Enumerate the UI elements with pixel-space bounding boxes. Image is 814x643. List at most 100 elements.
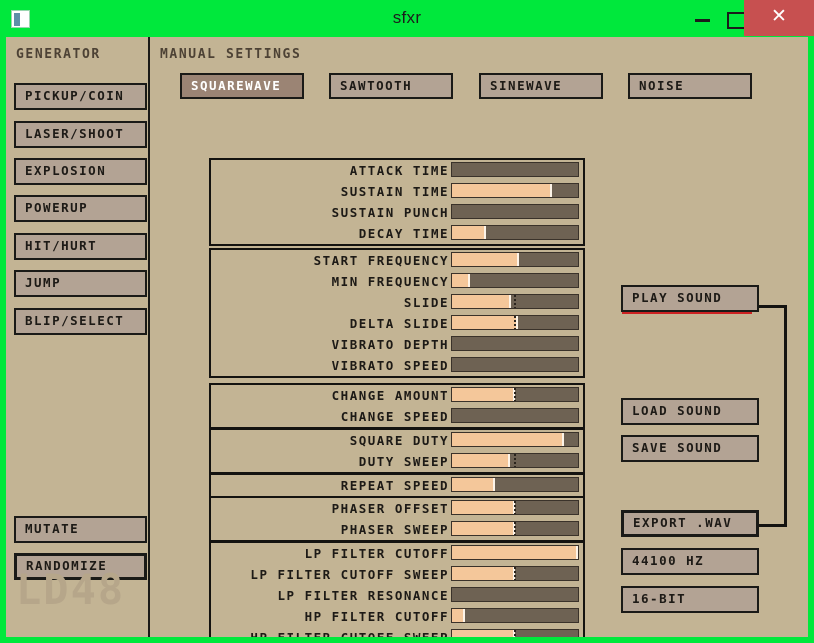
slider-lp-filter-cutoff-sweep[interactable] (451, 566, 579, 581)
16-bit-button[interactable]: 16-BIT (621, 586, 759, 613)
waveform-sinewave-button[interactable]: SINEWAVE (479, 73, 603, 99)
save-sound-button[interactable]: SAVE SOUND (621, 435, 759, 462)
slider-group-phaser: PHASER OFFSET PHASER SWEEP (209, 496, 585, 542)
generator-blip-select-button[interactable]: BLIP/SELECT (14, 308, 147, 335)
slider-phaser-sweep[interactable] (451, 521, 579, 536)
slider-change-amount[interactable] (451, 387, 579, 402)
slider-label-lp-filter-resonance: LP FILTER RESONANCE (277, 588, 449, 603)
slider-duty-sweep[interactable] (451, 453, 579, 468)
slider-fill-duty-sweep (452, 454, 510, 467)
slider-center-tick (514, 388, 516, 401)
slider-vibrato-depth[interactable] (451, 336, 579, 351)
slider-row-change-amount: CHANGE AMOUNT (211, 385, 583, 406)
generator-explosion-button[interactable]: EXPLOSION (14, 158, 147, 185)
slider-fill-repeat-speed (452, 478, 495, 491)
slider-hp-filter-cutoff-sweep[interactable] (451, 629, 579, 637)
slider-sustain-time[interactable] (451, 183, 579, 198)
mutate-button[interactable]: MUTATE (14, 516, 147, 543)
slider-vibrato-speed[interactable] (451, 357, 579, 372)
mutate-button-label: MUTATE (25, 521, 80, 537)
waveform-sawtooth-button[interactable]: SAWTOOTH (329, 73, 453, 99)
save-sound-button-label: SAVE SOUND (632, 440, 723, 456)
slider-row-slide: SLIDE (211, 292, 583, 313)
slider-phaser-offset[interactable] (451, 500, 579, 515)
slider-fill-sustain-time (452, 184, 552, 197)
generator-pickup-coin-button[interactable]: PICKUP/COIN (14, 83, 147, 110)
slider-lp-filter-cutoff[interactable] (451, 545, 579, 560)
slider-fill-min-frequency (452, 274, 470, 287)
load-sound-button[interactable]: LOAD SOUND (621, 398, 759, 425)
generator-powerup-button[interactable]: POWERUP (14, 195, 147, 222)
slider-label-min-frequency: MIN FREQUENCY (331, 274, 449, 289)
slider-row-lp-filter-cutoff: LP FILTER CUTOFF (211, 543, 583, 564)
slider-fill-square-duty (452, 433, 565, 446)
generator-jump-button-label: JUMP (25, 275, 62, 291)
slider-row-lp-filter-resonance: LP FILTER RESONANCE (211, 585, 583, 606)
generator-hit-hurt-button[interactable]: HIT/HURT (14, 233, 147, 260)
slider-min-frequency[interactable] (451, 273, 579, 288)
slider-fill-slide (452, 295, 512, 308)
slider-label-decay-time: DECAY TIME (358, 226, 449, 241)
slider-repeat-speed[interactable] (451, 477, 579, 492)
slider-label-change-speed: CHANGE SPEED (340, 409, 449, 424)
slider-group-filter: LP FILTER CUTOFF LP FILTER CUTOFF SWEEP LP… (209, 541, 585, 637)
generator-powerup-button-label: POWERUP (25, 200, 89, 216)
slider-attack-time[interactable] (451, 162, 579, 177)
close-button[interactable]: ✕ (744, 0, 814, 36)
slider-row-lp-filter-cutoff-sweep: LP FILTER CUTOFF SWEEP (211, 564, 583, 585)
slider-start-frequency[interactable] (451, 252, 579, 267)
generator-laser-shoot-button[interactable]: LASER/SHOOT (14, 121, 147, 148)
slider-group-frequency: START FREQUENCY MIN FREQUENCY SLIDE DELTA S… (209, 248, 585, 378)
slider-center-tick (514, 295, 516, 308)
slider-hp-filter-cutoff[interactable] (451, 608, 579, 623)
slider-row-start-frequency: START FREQUENCY (211, 250, 583, 271)
slider-label-phaser-sweep: PHASER SWEEP (340, 522, 449, 537)
slider-label-start-frequency: START FREQUENCY (313, 253, 449, 268)
slider-label-sustain-time: SUSTAIN TIME (340, 184, 449, 199)
play-sound-button[interactable]: PLAY SOUND (621, 285, 759, 312)
slider-fill-lp-filter-cutoff (452, 546, 578, 559)
slider-row-change-speed: CHANGE SPEED (211, 406, 583, 427)
slider-fill-delta-slide (452, 316, 518, 329)
load-sound-button-label: LOAD SOUND (632, 403, 723, 419)
slider-group-envelope: ATTACK TIME SUSTAIN TIME SUSTAIN PUNCH DECA… (209, 158, 585, 246)
44100-hz-button-label: 44100 HZ (632, 553, 705, 569)
slider-row-phaser-sweep: PHASER SWEEP (211, 519, 583, 540)
generator-explosion-button-label: EXPLOSION (25, 163, 107, 179)
16-bit-button-label: 16-BIT (632, 591, 687, 607)
connector-line-bottom (756, 524, 787, 527)
slider-label-change-amount: CHANGE AMOUNT (331, 388, 449, 403)
slider-label-square-duty: SQUARE DUTY (349, 433, 449, 448)
slider-delta-slide[interactable] (451, 315, 579, 330)
export-wav-button[interactable]: EXPORT .WAV (621, 510, 759, 537)
slider-center-tick (514, 522, 516, 535)
slider-row-decay-time: DECAY TIME (211, 223, 583, 244)
slider-decay-time[interactable] (451, 225, 579, 240)
slider-fill-decay-time (452, 226, 487, 239)
slider-row-min-frequency: MIN FREQUENCY (211, 271, 583, 292)
44100-hz-button[interactable]: 44100 HZ (621, 548, 759, 575)
generator-jump-button[interactable]: JUMP (14, 270, 147, 297)
slider-row-vibrato-depth: VIBRATO DEPTH (211, 334, 583, 355)
slider-row-vibrato-speed: VIBRATO SPEED (211, 355, 583, 376)
slider-label-phaser-offset: PHASER OFFSET (331, 501, 449, 516)
slider-fill-hp-filter-cutoff-sweep (452, 630, 515, 637)
slider-center-tick (514, 501, 516, 514)
slider-center-tick (514, 316, 516, 329)
slider-change-speed[interactable] (451, 408, 579, 423)
waveform-noise-button[interactable]: NOISE (628, 73, 752, 99)
slider-square-duty[interactable] (451, 432, 579, 447)
waveform-noise-button-label: NOISE (639, 77, 685, 93)
slider-row-delta-slide: DELTA SLIDE (211, 313, 583, 334)
generator-heading: GENERATOR (16, 47, 101, 62)
slider-slide[interactable] (451, 294, 579, 309)
waveform-sinewave-button-label: SINEWAVE (490, 77, 563, 93)
waveform-squarewave-button[interactable]: SQUAREWAVE (180, 73, 304, 99)
slider-fill-start-frequency (452, 253, 519, 266)
slider-sustain-punch[interactable] (451, 204, 579, 219)
slider-center-tick (514, 567, 516, 580)
slider-label-vibrato-depth: VIBRATO DEPTH (331, 337, 449, 352)
slider-label-sustain-punch: SUSTAIN PUNCH (331, 205, 449, 220)
slider-lp-filter-resonance[interactable] (451, 587, 579, 602)
slider-center-tick (514, 630, 516, 637)
